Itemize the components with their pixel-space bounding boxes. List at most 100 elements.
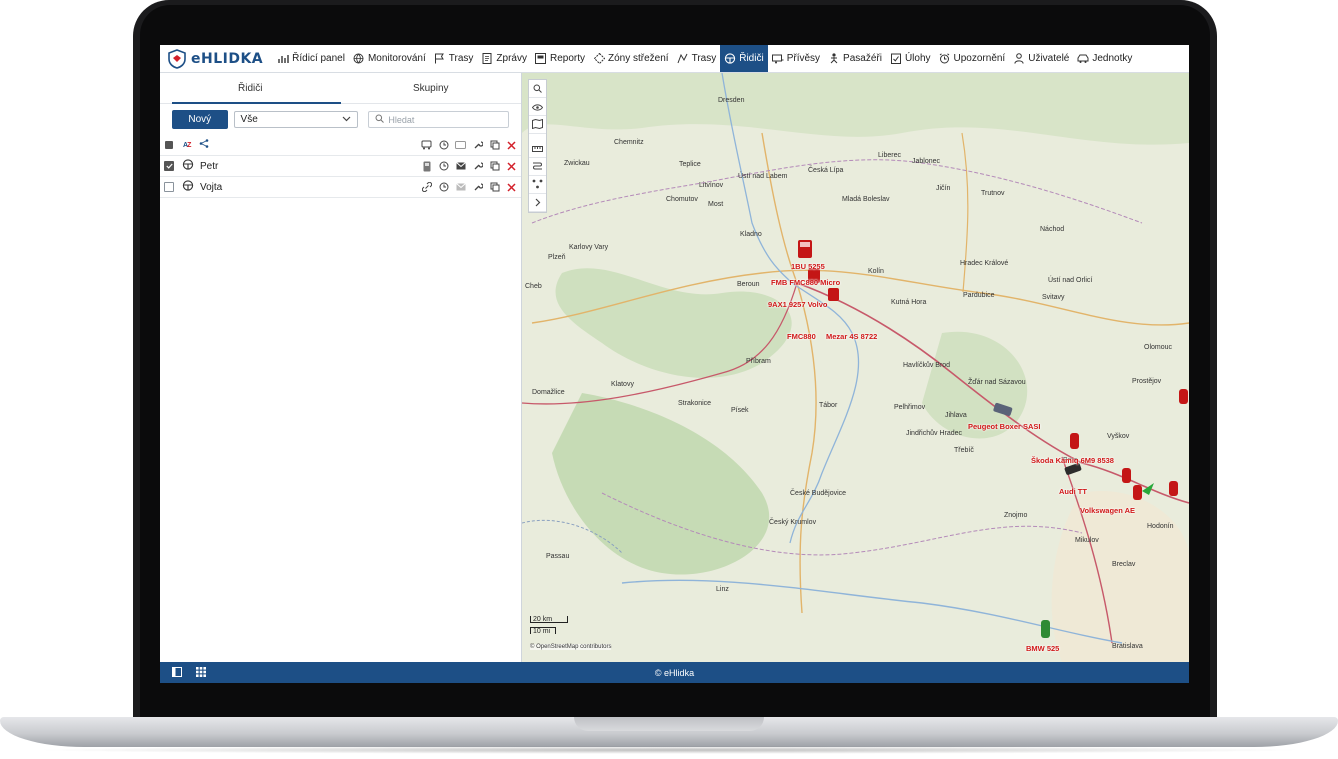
car-marker-icon[interactable] [1041,620,1050,638]
truck-marker-icon[interactable] [828,288,839,301]
direction-arrow-icon[interactable] [1142,483,1154,495]
message-icon[interactable] [455,161,466,172]
driver-card-icon[interactable] [421,161,432,172]
filter-select-value: Vše [240,114,258,125]
delete-icon[interactable] [506,161,517,172]
vehicle-label[interactable]: Mezar 4S 8722 [826,332,877,341]
trailer-icon [771,53,784,65]
nav-item-7[interactable]: Řidiči [720,45,768,72]
nav-item-5[interactable]: Zóny střežení [589,45,673,72]
vehicle-label[interactable]: Peugeot Boxer SASI [968,422,1041,431]
vehicle-label[interactable]: BMW 525 [1026,644,1059,653]
map-route-button[interactable] [529,158,546,176]
footer-controls [172,667,206,679]
history-clock-icon[interactable] [438,182,449,193]
nav-item-3[interactable]: Zprávy [477,45,531,72]
van-marker-icon[interactable] [993,402,1013,417]
hierarchy-icon[interactable] [199,139,209,151]
vehicle-label[interactable]: Volkswagen AE [1080,506,1135,515]
user-icon [1013,53,1025,65]
link-icon[interactable] [421,182,432,193]
vehicle-label[interactable]: Škoda Kamiq 6M9 8538 [1031,456,1114,465]
steering-wheel-icon [182,159,194,173]
nav-item-2[interactable]: Trasy [430,45,478,72]
filter-select[interactable]: Vše [233,111,359,128]
nav-item-0[interactable]: Řídicí panel [273,45,349,72]
nav-item-13[interactable]: Jednotky [1073,45,1136,72]
history-clock-icon[interactable] [438,161,449,172]
map-view[interactable]: Dresden Ústí nad Labem Liberec Česká Lípa Ch… [522,73,1189,662]
tab-drivers[interactable]: Řidiči [160,73,341,104]
map-cluster-button[interactable] [529,176,546,194]
report-icon [535,53,547,65]
map-expand-button[interactable] [529,194,546,212]
app-footer: © eHlidka [160,662,1189,683]
truck-marker-icon[interactable] [798,240,812,258]
table-row[interactable]: Vojta [160,177,521,198]
nav-item-4[interactable]: Reporty [531,45,589,72]
copy-icon[interactable] [489,182,500,193]
wrench-icon[interactable] [472,161,483,172]
alarm-icon [939,53,951,65]
map-visibility-button[interactable] [529,98,546,116]
map-layers-button[interactable] [529,116,546,134]
map-scale: 20 km 10 mi [530,616,568,635]
driver-list: Petr Vojta [160,156,521,198]
nav-item-label: Pasažéři [843,53,882,64]
nav-item-1[interactable]: Monitorování [349,45,430,72]
map-ruler-button[interactable] [529,140,546,158]
route-icon [532,158,543,176]
scale-top: 20 km [530,616,568,623]
car-marker-icon[interactable] [1122,468,1131,483]
delete-column-icon [506,140,517,151]
nav-item-11[interactable]: Upozornění [935,45,1010,72]
panel-toggle-icon[interactable] [172,667,182,679]
search-placeholder: Hledat [388,114,415,125]
nav-item-10[interactable]: Úlohy [886,45,935,72]
message-icon[interactable] [455,182,466,193]
clock-column-icon [438,140,449,151]
vehicle-label[interactable]: FMC880 [787,332,816,341]
nav-item-12[interactable]: Uživatelé [1009,45,1073,72]
copy-icon[interactable] [489,161,500,172]
nav-item-9[interactable]: Pasažéři [824,45,886,72]
search-input[interactable]: Hledat [368,111,509,128]
map-attribution[interactable]: © OpenStreetMap contributors [530,644,612,650]
vehicle-label[interactable]: FMB FMC880 Micro [771,278,840,287]
map-search-button[interactable] [529,80,546,98]
car-marker-icon[interactable] [1169,481,1178,496]
car-marker-icon[interactable] [1133,485,1142,500]
row-checkbox[interactable] [164,182,174,192]
grid-view-icon[interactable] [196,667,206,679]
cluster-icon [532,176,543,194]
row-actions [421,177,517,197]
driver-name: Petr [200,160,219,172]
nav-item-label: Řidiči [739,53,764,64]
select-all-checkbox[interactable] [165,141,173,149]
filter-bar: Nový Vše Hledat [160,104,521,135]
car-marker-icon[interactable] [1179,389,1188,404]
nav-item-8[interactable]: Přívěsy [768,45,824,72]
nav-item-label: Úlohy [904,53,931,64]
zone-icon [593,53,605,65]
copy-column-icon [489,140,500,151]
bar-chart-icon [277,53,289,65]
tab-groups[interactable]: Skupiny [341,73,522,103]
drivers-panel: Řidiči Skupiny Nový Vše Hledat A Z Petr … [160,73,522,662]
vehicle-label[interactable]: Audi TT [1059,487,1087,496]
vehicle-label[interactable]: 9AX1 9257 Volvo [768,300,827,309]
sort-az-icon-z: Z [187,141,192,149]
nav-menu: Řídicí panel Monitorování Trasy Zprávy Repor… [273,45,1136,72]
delete-icon[interactable] [506,182,517,193]
app-logo[interactable]: eHLIDKA [160,45,273,72]
nav-item-6[interactable]: Trasy [673,45,721,72]
row-actions [421,156,517,176]
wrench-icon[interactable] [472,182,483,193]
vehicle-column-icon [421,140,432,151]
nav-item-label: Zprávy [496,53,527,64]
car-marker-icon[interactable] [1070,433,1079,449]
row-checkbox[interactable] [164,161,174,171]
new-driver-button[interactable]: Nový [172,110,228,129]
table-row[interactable]: Petr [160,156,521,177]
vehicle-label[interactable]: 1BU 5255 [791,262,825,271]
